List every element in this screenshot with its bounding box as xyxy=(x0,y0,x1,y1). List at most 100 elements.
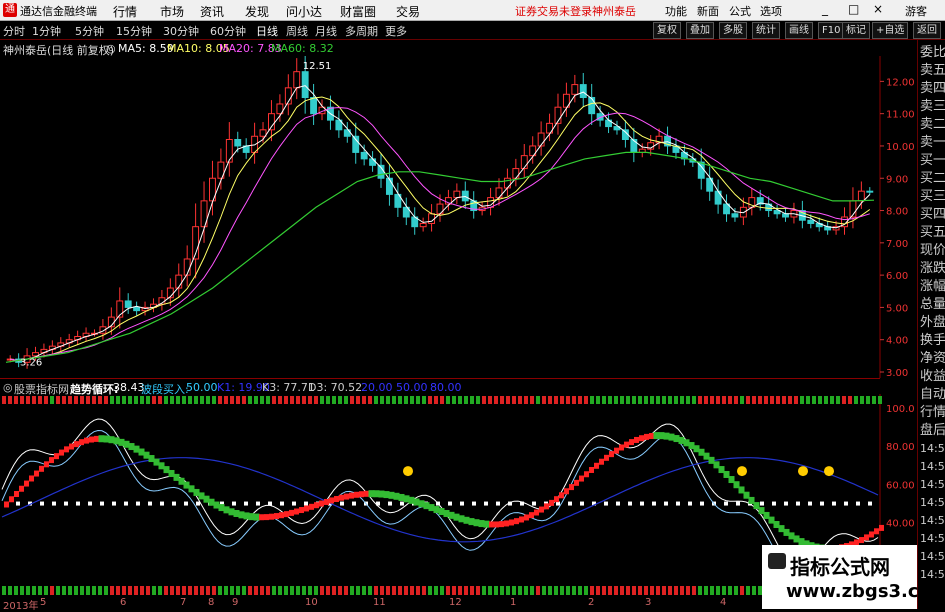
top-signal-bar xyxy=(488,396,492,404)
period-30min[interactable]: 30分钟 xyxy=(163,23,199,39)
top-signal-bar xyxy=(314,396,318,404)
menu-faxian[interactable]: 发现 xyxy=(245,3,269,20)
bottom-signal-bar xyxy=(728,586,732,595)
bottom-signal-bar xyxy=(206,586,210,595)
period-1min[interactable]: 1分钟 xyxy=(32,23,61,39)
close-button[interactable]: × xyxy=(873,2,883,16)
sp-volume[interactable]: 总量 xyxy=(920,297,945,312)
level-50-dot xyxy=(340,501,344,506)
candle-body xyxy=(369,158,377,166)
sp-weibi[interactable]: 委比 xyxy=(920,45,945,60)
minimize-button[interactable]: _ xyxy=(822,2,828,16)
top-signal-bar xyxy=(674,396,678,404)
menu-bar: 通 通达信金融终端 行情 市场 资讯 发现 问小达 财富圈 交易 证券交易未登录… xyxy=(0,0,945,21)
sp-buy3[interactable]: 买三 xyxy=(920,189,945,204)
bottom-signal-bar xyxy=(380,586,384,595)
trend-cycle-block xyxy=(609,451,614,458)
top-signal-bar xyxy=(662,396,666,404)
sp-change[interactable]: 涨跌 xyxy=(920,261,945,276)
sp-turnover[interactable]: 换手 xyxy=(920,333,945,348)
sp-hangqing[interactable]: 行情 xyxy=(920,405,945,420)
trend-cycle-block xyxy=(438,508,445,516)
sp-change-pct[interactable]: 涨幅 xyxy=(920,279,945,294)
menu-hangqing[interactable]: 行情 xyxy=(113,3,137,20)
candlestick-chart[interactable]: 12.00 11.00 10.00 9.00 8.00 7.00 6.00 5.00 4.00 3… xyxy=(0,56,917,378)
tongji-button[interactable]: 统计 xyxy=(752,22,780,39)
sp-time: 14:56 xyxy=(920,568,945,581)
duogu-button[interactable]: 多股 xyxy=(719,22,747,39)
sp-auto[interactable]: 自动 xyxy=(920,387,945,402)
trend-cycle-block xyxy=(208,498,215,506)
indicator-settings-icon[interactable]: ◎ xyxy=(3,381,13,394)
period-15min[interactable]: 15分钟 xyxy=(116,23,152,39)
sp-buy5[interactable]: 买五 xyxy=(920,225,945,240)
top-signal-bar xyxy=(128,396,132,404)
period-month[interactable]: 月线 xyxy=(315,23,337,39)
period-more[interactable]: 更多 xyxy=(385,23,407,39)
sp-earnings[interactable]: 收益 xyxy=(920,369,945,384)
menu-xinmian[interactable]: 新面 xyxy=(697,3,719,19)
bottom-signal-bar xyxy=(422,586,426,595)
f10-button[interactable]: F10 xyxy=(818,22,845,39)
trend-cycle-block xyxy=(403,495,410,503)
sp-sell5[interactable]: 卖五 xyxy=(920,63,945,78)
sp-price[interactable]: 现价 xyxy=(920,243,945,258)
sp-net-asset[interactable]: 净资 xyxy=(920,351,945,366)
bottom-signal-bar xyxy=(326,586,330,595)
sp-buy1[interactable]: 买一 xyxy=(920,153,945,168)
settings-icon[interactable]: ◎ xyxy=(106,42,116,55)
huaxian-button[interactable]: 画线 xyxy=(785,22,813,39)
top-signal-bar xyxy=(842,396,846,404)
top-signal-bar xyxy=(428,396,432,404)
menu-xuanxiang[interactable]: 选项 xyxy=(760,3,782,19)
trend-cycle-block xyxy=(423,502,430,510)
level-50-dot xyxy=(40,501,44,506)
diejia-button[interactable]: 叠加 xyxy=(686,22,714,39)
indicator-value1: 38.43 xyxy=(113,381,145,394)
top-signal-bar xyxy=(350,396,354,404)
bottom-signal-bar xyxy=(26,586,30,595)
period-multi[interactable]: 多周期 xyxy=(345,23,378,39)
menu-wenxiaoda[interactable]: 问小达 xyxy=(286,3,322,20)
period-60min[interactable]: 60分钟 xyxy=(210,23,246,39)
trend-cycle-block xyxy=(639,435,644,442)
indicator-y-tick: 80.00 xyxy=(886,442,915,453)
trend-cycle-block xyxy=(539,506,544,513)
sp-outer[interactable]: 外盘 xyxy=(920,315,945,330)
menu-caifuquan[interactable]: 财富圈 xyxy=(340,3,376,20)
fuquan-button[interactable]: 复权 xyxy=(653,22,681,39)
y-tick-label: 11.00 xyxy=(886,110,915,121)
sp-sell2[interactable]: 卖二 xyxy=(920,117,945,132)
trend-cycle-block xyxy=(368,490,375,498)
period-day[interactable]: 日线 xyxy=(256,23,278,39)
menu-shichang[interactable]: 市场 xyxy=(160,3,184,20)
period-5min[interactable]: 5分钟 xyxy=(75,23,104,39)
period-week[interactable]: 周线 xyxy=(286,23,308,39)
top-signal-bar xyxy=(848,396,852,404)
maximize-button[interactable]: □ xyxy=(848,2,859,16)
bottom-signal-bar xyxy=(44,586,48,595)
bottom-signal-bar xyxy=(146,586,150,595)
sp-sell1[interactable]: 卖一 xyxy=(920,135,945,150)
trend-cycle-block xyxy=(269,513,274,520)
sp-panhou[interactable]: 盘后 xyxy=(920,423,945,438)
sp-buy2[interactable]: 买二 xyxy=(920,171,945,186)
sp-sell3[interactable]: 卖三 xyxy=(920,99,945,114)
sp-sell4[interactable]: 卖四 xyxy=(920,81,945,96)
trend-cycle-block xyxy=(133,445,140,453)
menu-gongshi[interactable]: 公式 xyxy=(729,3,751,19)
period-fenshi[interactable]: 分时 xyxy=(3,23,25,39)
menu-zixun[interactable]: 资讯 xyxy=(200,3,224,20)
candle-body xyxy=(175,274,183,289)
trend-cycle-block xyxy=(314,502,319,509)
menu-jiaoyi[interactable]: 交易 xyxy=(396,3,420,20)
guest-label[interactable]: 游客 xyxy=(905,3,927,19)
top-signal-bar xyxy=(14,396,18,404)
back-button[interactable]: 返回 xyxy=(913,22,941,39)
login-notice[interactable]: 证券交易未登录 xyxy=(515,3,592,19)
biaoji-button[interactable]: 标记 xyxy=(842,22,870,39)
trend-cycle-block xyxy=(299,507,304,514)
sp-buy4[interactable]: 买四 xyxy=(920,207,945,222)
add-favorite-button[interactable]: +自选 xyxy=(872,22,909,39)
menu-gongneng[interactable]: 功能 xyxy=(665,3,687,19)
